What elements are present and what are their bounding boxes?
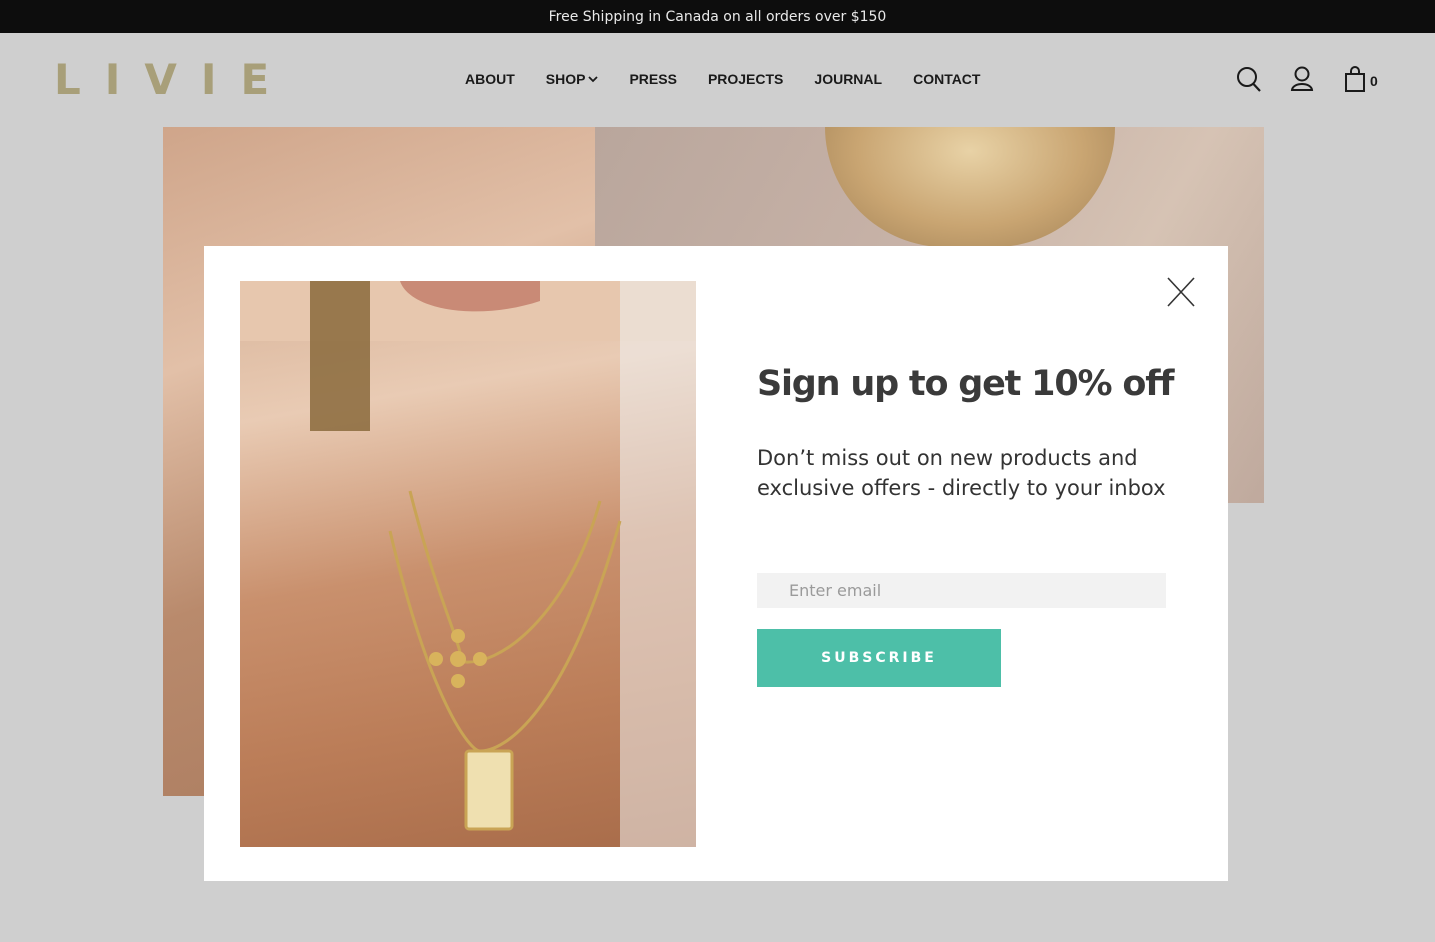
site-header: LIVIE ABOUT SHOP PRESS PROJECTS JOURNAL … — [0, 33, 1435, 127]
announcement-text: Free Shipping in Canada on all orders ov… — [548, 8, 887, 25]
email-field[interactable] — [757, 573, 1166, 608]
shopping-bag-icon[interactable] — [1344, 65, 1366, 93]
nav-shop-label: SHOP — [545, 71, 586, 87]
close-icon[interactable] — [1167, 277, 1195, 307]
main-nav: ABOUT SHOP PRESS PROJECTS JOURNAL CONTAC… — [465, 71, 980, 87]
newsletter-popup: Sign up to get 10% off Don’t miss out on… — [204, 246, 1228, 881]
popup-title: Sign up to get 10% off — [757, 364, 1174, 404]
nav-projects[interactable]: PROJECTS — [708, 71, 783, 87]
brand-logo[interactable]: LIVIE — [54, 59, 293, 101]
nav-contact[interactable]: CONTACT — [913, 71, 980, 87]
nav-journal[interactable]: JOURNAL — [814, 71, 882, 87]
subscribe-button[interactable]: SUBSCRIBE — [757, 629, 1001, 687]
chevron-down-icon — [588, 76, 599, 83]
announcement-bar: Free Shipping in Canada on all orders ov… — [0, 0, 1435, 33]
search-icon[interactable] — [1236, 66, 1262, 94]
user-icon[interactable] — [1290, 66, 1314, 92]
nav-shop[interactable]: SHOP — [546, 71, 599, 87]
nav-press[interactable]: PRESS — [629, 71, 676, 87]
nav-about[interactable]: ABOUT — [465, 71, 515, 87]
necklace-illustration — [240, 281, 696, 847]
popup-subtitle: Don’t miss out on new products and exclu… — [757, 446, 1166, 500]
popup-image — [240, 281, 696, 847]
cart-count: 0 — [1370, 73, 1378, 89]
